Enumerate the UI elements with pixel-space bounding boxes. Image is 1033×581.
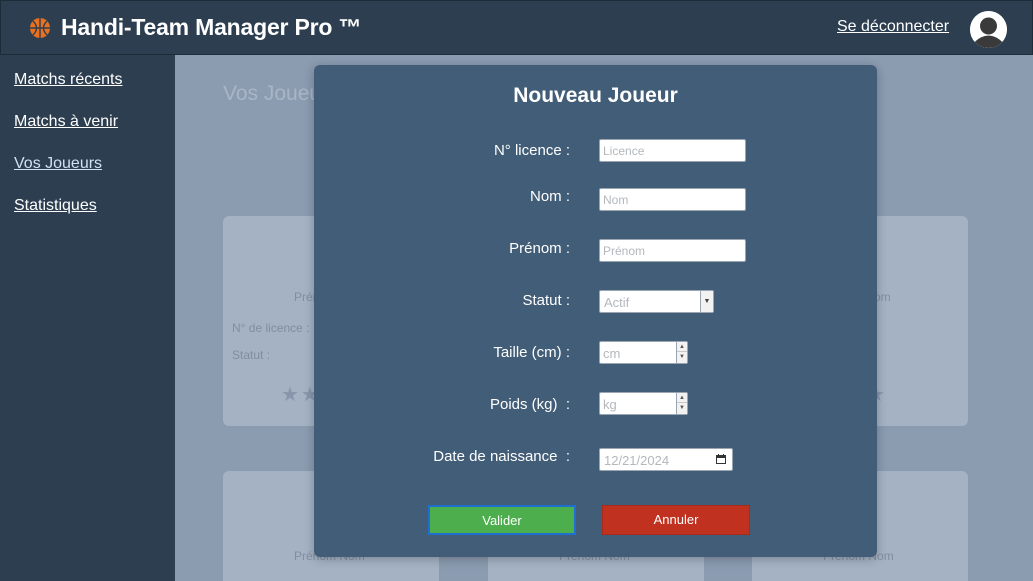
taille-input[interactable]: cm ▲ ▼ xyxy=(599,341,688,364)
taille-stepper[interactable]: ▲ ▼ xyxy=(676,342,687,363)
birthdate-value: 12/21/2024 xyxy=(604,453,670,468)
statut-select-value: Actif xyxy=(604,295,630,310)
sidebar: Matchs récents Matchs à venir Vos Joueur… xyxy=(0,55,175,581)
increment-icon[interactable]: ▲ xyxy=(677,342,687,352)
nom-label: Nom : xyxy=(529,188,570,205)
cancel-button[interactable]: Annuler xyxy=(602,505,750,535)
modal-title: Nouveau Joueur xyxy=(513,84,678,107)
brand: Handi-Team Manager Pro ™ xyxy=(29,14,361,41)
poids-placeholder: kg xyxy=(603,397,617,412)
avatar[interactable] xyxy=(970,11,1007,48)
poids-stepper[interactable]: ▲ ▼ xyxy=(676,393,687,414)
basketball-icon xyxy=(30,17,50,38)
licence-label: N° licence : xyxy=(493,142,570,159)
app-title: Handi-Team Manager Pro ™ xyxy=(61,14,362,40)
sidebar-item-vos-joueurs[interactable]: Vos Joueurs xyxy=(14,155,102,173)
statut-select[interactable]: Actif ▼ xyxy=(599,290,714,313)
page-title: Vos Joueu xyxy=(223,82,322,105)
taille-placeholder: cm xyxy=(603,346,621,361)
birthdate-label: Date de naissance : xyxy=(433,448,570,465)
sidebar-item-statistiques[interactable]: Statistiques xyxy=(14,197,97,215)
decrement-icon[interactable]: ▼ xyxy=(677,352,687,362)
chevron-down-icon[interactable]: ▼ xyxy=(700,291,713,312)
sidebar-item-matchs-a-venir[interactable]: Matchs à venir xyxy=(14,113,118,131)
poids-label: Poids (kg) : xyxy=(489,396,570,413)
nom-input[interactable] xyxy=(599,188,746,211)
decrement-icon[interactable]: ▼ xyxy=(677,403,687,413)
card-license-label: N° de licence : xyxy=(232,321,310,335)
taille-label: Taille (cm) : xyxy=(493,344,570,361)
prenom-input[interactable] xyxy=(599,239,746,262)
statut-label: Statut : xyxy=(522,292,570,309)
new-player-modal: Nouveau Joueur N° licence : Nom : Prénom… xyxy=(314,65,877,557)
top-header: Handi-Team Manager Pro ™ Se déconnecter xyxy=(0,0,1033,55)
increment-icon[interactable]: ▲ xyxy=(677,393,687,403)
birthdate-input[interactable]: 12/21/2024 xyxy=(599,448,733,471)
prenom-label: Prénom : xyxy=(509,240,570,257)
poids-input[interactable]: kg ▲ ▼ xyxy=(599,392,688,415)
validate-button[interactable]: Valider xyxy=(428,505,576,535)
user-icon xyxy=(970,11,1007,48)
calendar-icon[interactable] xyxy=(716,454,726,464)
licence-input[interactable] xyxy=(599,139,746,162)
sidebar-item-matchs-recents[interactable]: Matchs récents xyxy=(14,71,122,89)
card-status-label: Statut : xyxy=(232,348,271,362)
logout-link[interactable]: Se déconnecter xyxy=(837,18,949,36)
